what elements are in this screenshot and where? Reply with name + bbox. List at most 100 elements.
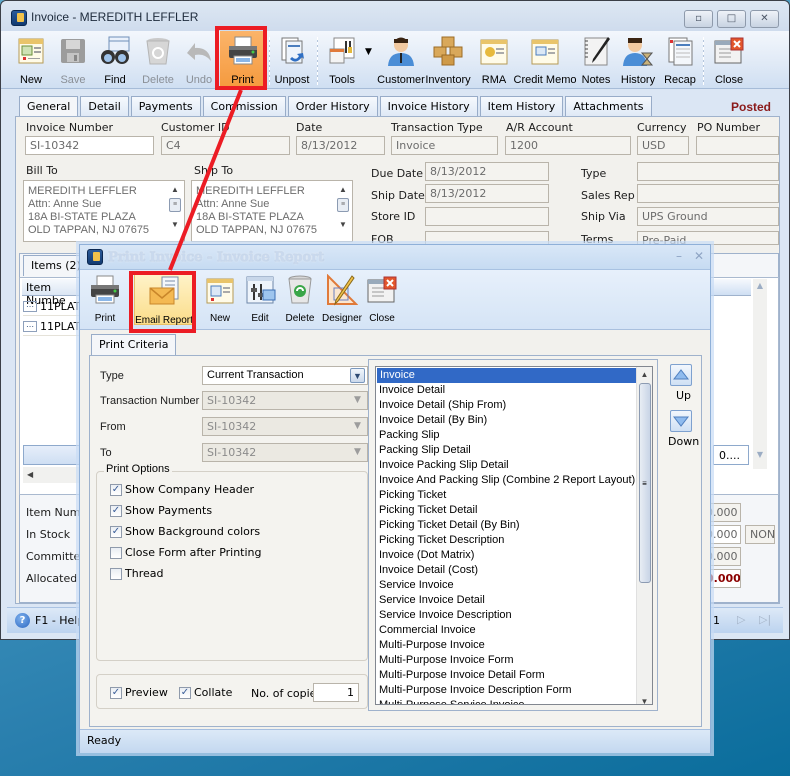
- checkbox[interactable]: [110, 567, 122, 580]
- copies-input[interactable]: 1: [313, 683, 359, 702]
- report-list-item[interactable]: Multi-Purpose Service Invoice: [376, 698, 652, 704]
- save-button[interactable]: Save: [56, 33, 90, 88]
- from-select[interactable]: SI-10342 ▼: [202, 417, 368, 436]
- delete-button[interactable]: Delete: [283, 272, 317, 327]
- report-list-scrollbar[interactable]: ▲ ≡ ▼: [636, 367, 652, 704]
- report-list-item[interactable]: Invoice Detail (Cost): [376, 563, 652, 578]
- delete-button[interactable]: Delete: [140, 33, 176, 88]
- show-background-colors-checkbox[interactable]: ✓ Show Background colors: [110, 525, 260, 538]
- close-toolbar-button[interactable]: Close: [712, 33, 746, 88]
- transaction-number-select[interactable]: SI-10342 ▼: [202, 391, 368, 410]
- new-button[interactable]: New: [203, 272, 237, 327]
- report-list-item[interactable]: Invoice Packing Slip Detail: [376, 458, 652, 473]
- transaction-type-field[interactable]: Invoice: [391, 136, 498, 155]
- po-number-field[interactable]: [696, 136, 779, 155]
- undo-button[interactable]: Undo: [182, 33, 216, 88]
- tab-attachments[interactable]: Attachments: [565, 96, 652, 116]
- close-form-after-printing-checkbox[interactable]: Close Form after Printing: [110, 546, 262, 559]
- report-list-item[interactable]: Service Invoice Description: [376, 608, 652, 623]
- checkbox[interactable]: [110, 546, 122, 559]
- report-list[interactable]: Invoice Invoice Detail Invoice Detail (Shi…: [375, 366, 653, 705]
- checkbox[interactable]: ✓: [110, 483, 122, 496]
- close-dialog-toolbar-button[interactable]: Close: [365, 272, 399, 327]
- ar-account-field[interactable]: 1200: [505, 136, 631, 155]
- minimize-button[interactable]: –: [676, 249, 682, 263]
- scroll-left-icon[interactable]: ◀: [27, 470, 33, 479]
- scroll-thumb[interactable]: ≡: [638, 383, 651, 583]
- ellipsis-button[interactable]: ⋯: [23, 321, 37, 332]
- scrollbar[interactable]: ▲ ≡ ▼: [336, 183, 350, 239]
- recap-button[interactable]: Recap: [663, 33, 697, 88]
- edit-button[interactable]: Edit: [243, 272, 277, 327]
- report-list-item[interactable]: Multi-Purpose Invoice Detail Form: [376, 668, 652, 683]
- grid-vertical-scrollbar[interactable]: ▲ ▼: [753, 279, 767, 469]
- unpost-button[interactable]: Unpost: [273, 33, 311, 88]
- customer-button[interactable]: Customer: [377, 33, 425, 88]
- report-list-item[interactable]: Invoice Detail (By Bin): [376, 413, 652, 428]
- report-list-item[interactable]: Invoice (Dot Matrix): [376, 548, 652, 563]
- checkbox[interactable]: ✓: [179, 686, 191, 699]
- restore-button[interactable]: □: [717, 10, 746, 28]
- collate-checkbox[interactable]: ✓ Collate: [179, 686, 232, 699]
- new-button[interactable]: New: [13, 33, 49, 88]
- tab-detail[interactable]: Detail: [80, 96, 129, 116]
- fob-field[interactable]: [425, 231, 549, 245]
- report-list-item[interactable]: Commercial Invoice: [376, 623, 652, 638]
- tools-dropdown-arrow-icon[interactable]: ▼: [365, 47, 372, 57]
- tab-item-history[interactable]: Item History: [479, 96, 564, 116]
- ship-date-field[interactable]: 8/13/2012: [425, 184, 549, 203]
- sales-rep-field[interactable]: [637, 184, 779, 203]
- report-list-item[interactable]: Invoice Detail (Ship From): [376, 398, 652, 413]
- scrollbar[interactable]: ▲ ≡ ▼: [168, 183, 182, 239]
- report-list-item[interactable]: Invoice: [377, 368, 636, 383]
- type-field[interactable]: [637, 162, 779, 181]
- thread-checkbox[interactable]: Thread: [110, 567, 163, 580]
- inventory-button[interactable]: Inventory: [425, 33, 471, 88]
- due-date-field[interactable]: 8/13/2012: [425, 162, 549, 181]
- checkbox[interactable]: ✓: [110, 686, 122, 699]
- chevron-down-icon[interactable]: ▼: [350, 368, 365, 383]
- last-page-icon[interactable]: ▷|: [759, 613, 771, 626]
- checkbox[interactable]: ✓: [110, 504, 122, 517]
- ellipsis-button[interactable]: ⋯: [23, 301, 37, 312]
- help-label[interactable]: F1 - Help: [35, 614, 84, 627]
- terms-field[interactable]: Pre-Paid: [637, 231, 779, 245]
- invoice-number-field[interactable]: SI-10342: [25, 136, 154, 155]
- currency-field[interactable]: USD: [637, 136, 689, 155]
- notes-button[interactable]: Notes: [579, 33, 613, 88]
- rma-button[interactable]: RMA: [478, 33, 510, 88]
- horizontal-scrollbar[interactable]: ◀: [23, 467, 83, 483]
- table-row[interactable]: ⋯ 11PLATI: [23, 298, 84, 316]
- ship-to-address[interactable]: MEREDITH LEFFLER Attn: Anne Sue 18A BI-S…: [191, 180, 353, 242]
- credit-memo-button[interactable]: Credit Memo: [514, 33, 576, 88]
- designer-button[interactable]: Designer: [322, 272, 362, 327]
- report-list-item[interactable]: Picking Ticket Description: [376, 533, 652, 548]
- report-list-item[interactable]: Picking Ticket Detail (By Bin): [376, 518, 652, 533]
- history-button[interactable]: History: [619, 33, 657, 88]
- close-button[interactable]: ✕: [694, 249, 704, 263]
- type-select[interactable]: Current Transaction ▼: [202, 366, 368, 385]
- show-payments-checkbox[interactable]: ✓ Show Payments: [110, 504, 212, 517]
- scroll-up-icon[interactable]: ▲: [637, 370, 652, 379]
- store-id-field[interactable]: [425, 207, 549, 226]
- report-list-item[interactable]: Picking Ticket Detail: [376, 503, 652, 518]
- report-list-item[interactable]: Packing Slip Detail: [376, 443, 652, 458]
- report-list-item[interactable]: Multi-Purpose Invoice Description Form: [376, 683, 652, 698]
- report-list-item[interactable]: Multi-Purpose Invoice: [376, 638, 652, 653]
- tab-payments[interactable]: Payments: [130, 96, 201, 116]
- ship-via-field[interactable]: UPS Ground: [637, 207, 779, 226]
- print-button[interactable]: Print: [86, 272, 124, 327]
- tab-general[interactable]: General: [19, 96, 79, 117]
- next-page-icon[interactable]: ▷: [737, 613, 745, 626]
- report-list-item[interactable]: Service Invoice: [376, 578, 652, 593]
- bill-to-address[interactable]: MEREDITH LEFFLER Attn: Anne Sue 18A BI-S…: [23, 180, 185, 242]
- preview-checkbox[interactable]: ✓ Preview: [110, 686, 168, 699]
- checkbox[interactable]: ✓: [110, 525, 122, 538]
- report-list-item[interactable]: Invoice And Packing Slip (Combine 2 Repo…: [376, 473, 652, 488]
- report-list-item[interactable]: Service Invoice Detail: [376, 593, 652, 608]
- tab-print-criteria[interactable]: Print Criteria: [91, 334, 177, 355]
- item-number-column-header[interactable]: Item Numbe: [22, 279, 82, 307]
- help-icon[interactable]: ?: [15, 613, 30, 628]
- date-field[interactable]: 8/13/2012: [296, 136, 385, 155]
- report-list-item[interactable]: Picking Ticket: [376, 488, 652, 503]
